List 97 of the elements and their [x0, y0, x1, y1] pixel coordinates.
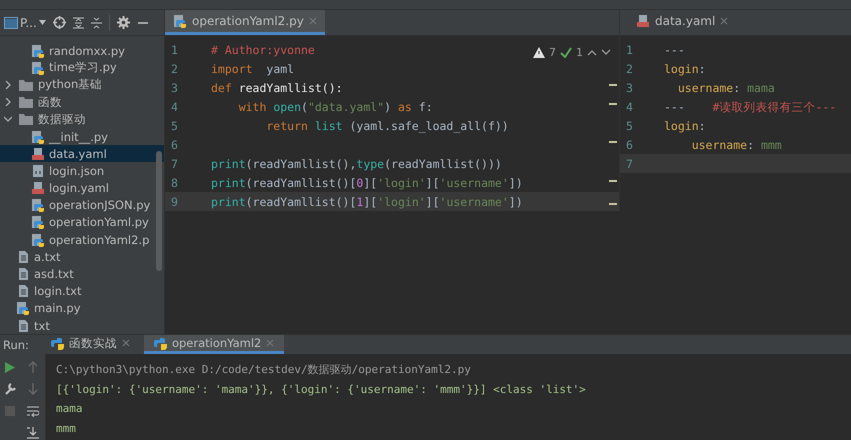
- soft-wrap-icon[interactable]: [27, 406, 39, 417]
- tree-item[interactable]: login.yaml: [0, 180, 164, 197]
- code-line: --- #读取列表得有三个---: [664, 100, 836, 114]
- python-file-icon: [31, 60, 45, 75]
- python-file-icon: [16, 301, 30, 316]
- line-number: 6: [625, 138, 634, 152]
- chevron-down-icon[interactable]: [4, 115, 12, 124]
- expand-all-icon[interactable]: [72, 16, 84, 28]
- tree-item[interactable]: operationYaml2.p: [0, 231, 164, 248]
- tree-item[interactable]: __init__.py: [0, 128, 164, 146]
- scroll-to-end-icon[interactable]: [27, 427, 39, 440]
- line-number: 3: [170, 81, 179, 96]
- python-icon: [154, 336, 167, 350]
- yaml-file-icon: [636, 14, 650, 28]
- python-file-icon: [173, 14, 187, 28]
- tree-item[interactable]: randomxx.py: [0, 42, 164, 60]
- line-number: 6: [170, 138, 179, 152]
- caret-icon: [38, 20, 46, 25]
- code-line: print(readYamllist()[0]['login']['username']): [211, 176, 523, 190]
- code-line: login:: [664, 62, 706, 76]
- run-label: Run:: [2, 338, 30, 352]
- python-icon: [50, 336, 64, 350]
- json-file-icon: [31, 164, 45, 178]
- tree-item[interactable]: time学习.py: [0, 59, 164, 76]
- code-line: ---: [664, 43, 685, 58]
- code-line: username: mama: [676, 81, 775, 96]
- play-icon[interactable]: [5, 362, 15, 373]
- settings-icon[interactable]: [116, 16, 130, 29]
- line-number: 5: [170, 119, 179, 133]
- python-file-icon: [31, 130, 45, 144]
- check-icon: [560, 47, 572, 58]
- panel-icon: [4, 16, 18, 28]
- passed-count: 1: [576, 46, 583, 59]
- run-tab[interactable]: operationYaml2: [144, 335, 284, 354]
- code-line: print(readYamllist(),type(readYamllist())): [211, 156, 502, 171]
- code-line: # Author:yvonne: [211, 43, 315, 58]
- console-output-line: C:\python3\python.exe D:/code/testdev/数据驱动/operationYaml2.py: [56, 362, 472, 378]
- text-file-icon: [16, 267, 30, 282]
- tree-item[interactable]: operationJSON.py: [0, 196, 164, 214]
- tree-item[interactable]: asd.txt: [0, 265, 164, 283]
- chevron-right-icon[interactable]: [4, 98, 12, 106]
- line-number: 4: [625, 100, 634, 114]
- tree-item[interactable]: main.py: [0, 300, 164, 317]
- python-file-icon: [31, 198, 45, 212]
- tree-item[interactable]: txt: [0, 317, 164, 334]
- console-output-line: mmm: [56, 420, 77, 437]
- code-line: username: mmm: [690, 138, 782, 152]
- line-number: 4: [170, 100, 179, 114]
- editor-tab[interactable]: operationYaml2.py: [165, 10, 325, 35]
- tree-item[interactable]: data.yaml: [0, 145, 164, 162]
- tree-item[interactable]: operationYaml.py: [0, 214, 164, 232]
- line-number: 7: [170, 156, 179, 171]
- close-icon[interactable]: [122, 339, 130, 348]
- console-output-line: [{'login': {'username': 'mama'}}, {'login': {'username': 'mmm'}}] <class 'list'>: [56, 382, 586, 398]
- folder-icon: [18, 112, 34, 126]
- chevron-down-icon[interactable]: [601, 49, 611, 56]
- locate-icon[interactable]: [52, 16, 66, 29]
- code-line: with open("data.yaml") as f:: [238, 100, 433, 114]
- tree-item[interactable]: 数据驱动: [0, 110, 164, 128]
- text-file-icon: [16, 284, 30, 298]
- project-view-selector[interactable]: P...: [4, 16, 46, 30]
- warning-icon: [533, 47, 545, 58]
- code-line: import yaml: [211, 62, 294, 76]
- text-file-icon: [16, 250, 30, 264]
- yaml-file-icon: [31, 146, 45, 161]
- code-line: login:: [664, 119, 706, 133]
- python-file-icon: [31, 215, 45, 230]
- line-number: 7: [625, 156, 634, 171]
- line-number: 1: [625, 43, 634, 58]
- code-line: print(readYamllist()[1]['login']['username']): [211, 194, 523, 209]
- code-line: return list (yaml.safe_load_all(f)): [265, 119, 509, 133]
- line-number: 8: [170, 176, 179, 190]
- line-number: 2: [170, 62, 179, 76]
- tree-item[interactable]: python基础: [0, 76, 164, 94]
- code-line: def readYamllist():: [211, 81, 343, 96]
- line-number: 5: [625, 119, 634, 133]
- python-file-icon: [31, 44, 45, 58]
- close-icon[interactable]: [720, 17, 728, 25]
- console-output-line: mama: [56, 401, 84, 418]
- line-number: 1: [170, 43, 179, 58]
- wrench-icon[interactable]: [4, 383, 16, 396]
- tree-item[interactable]: a.txt: [0, 248, 164, 266]
- collapse-all-icon[interactable]: [90, 16, 102, 28]
- line-number: 3: [625, 81, 634, 96]
- tree-item[interactable]: login.json: [0, 162, 164, 180]
- warning-count: 7: [549, 46, 556, 59]
- line-number: 9: [170, 194, 179, 209]
- run-tab[interactable]: 函数实战: [40, 335, 140, 354]
- folder-icon: [18, 95, 34, 110]
- tree-item[interactable]: login.txt: [0, 282, 164, 300]
- chevron-right-icon[interactable]: [4, 80, 12, 89]
- line-number: 2: [625, 62, 634, 76]
- tree-item[interactable]: 函数: [0, 94, 164, 111]
- chevron-up-icon[interactable]: [587, 49, 597, 56]
- yaml-file-icon: [31, 181, 45, 196]
- folder-icon: [18, 78, 34, 92]
- python-file-icon: [31, 232, 45, 247]
